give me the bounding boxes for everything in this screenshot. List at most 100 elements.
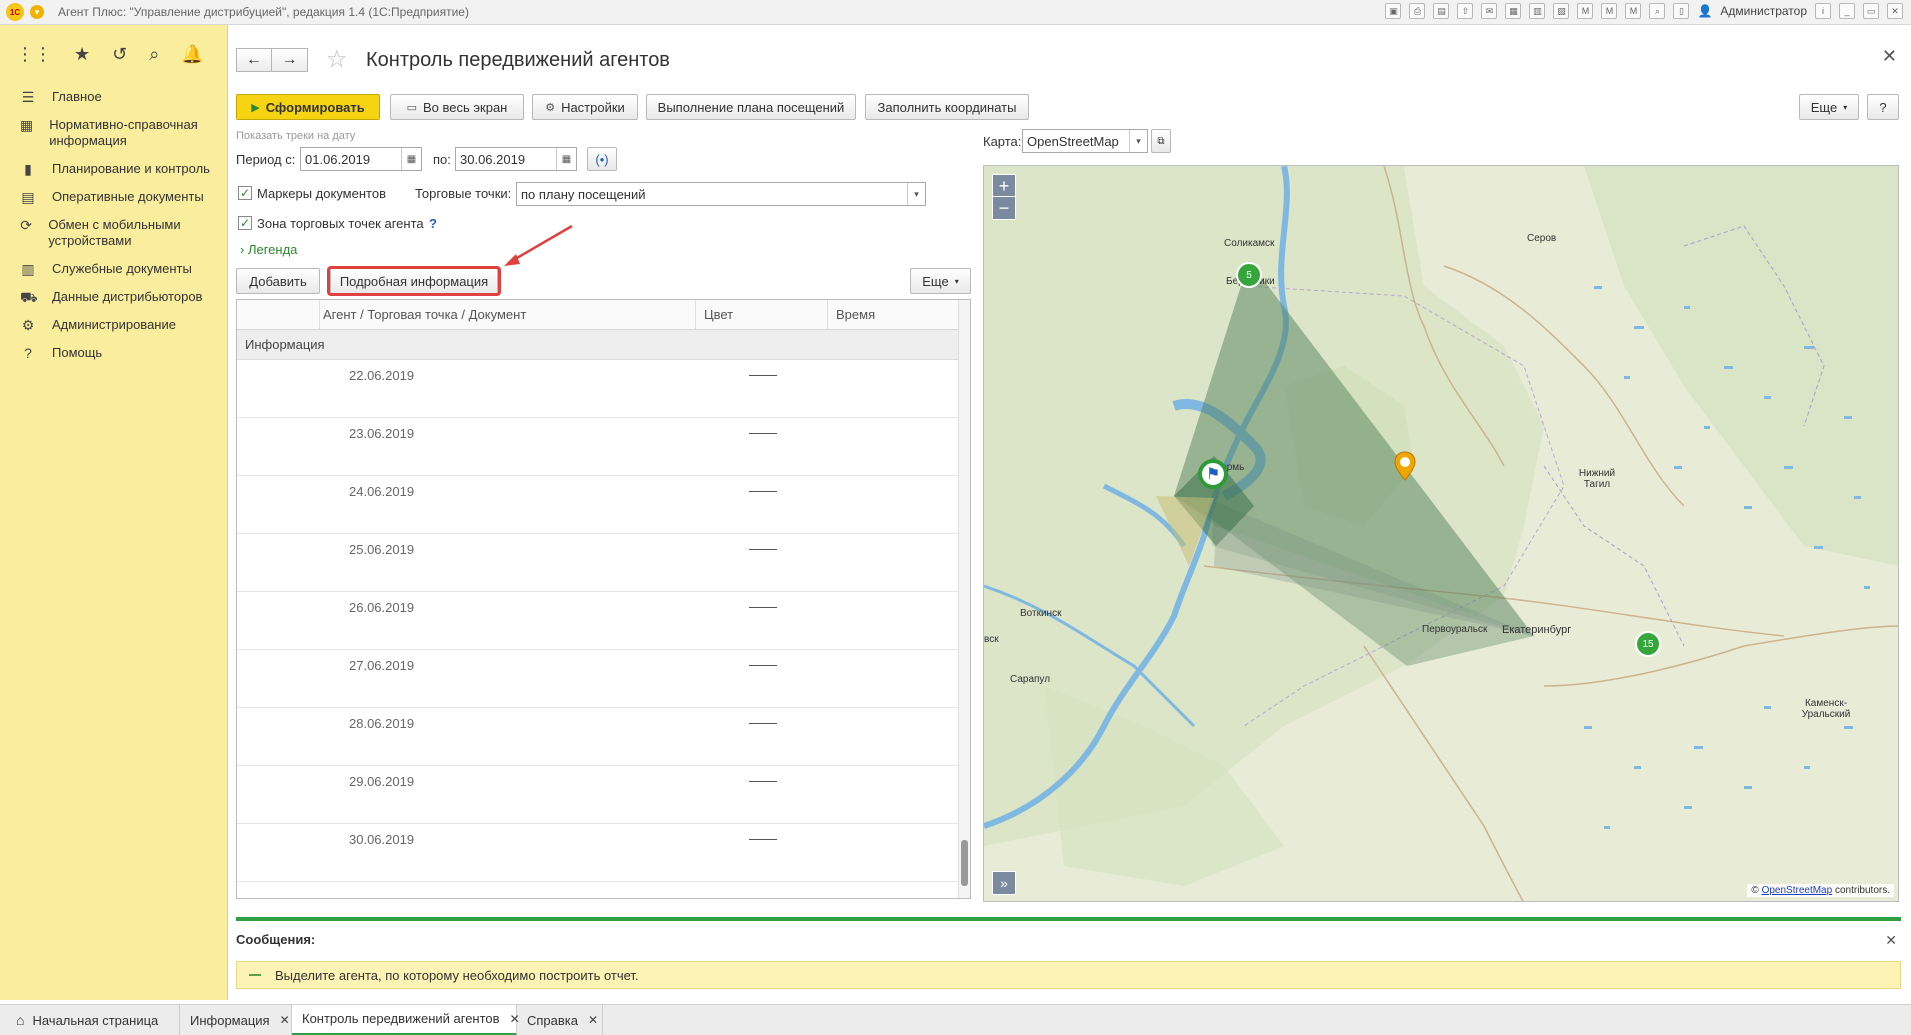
print-icon[interactable]: ⎙: [1409, 3, 1426, 19]
column-color[interactable]: Цвет: [695, 300, 827, 329]
panels-icon[interactable]: ▯: [1673, 3, 1690, 19]
date-to-field[interactable]: 30.06.2019 ▦: [455, 147, 577, 171]
upload-icon[interactable]: ⇧: [1457, 3, 1474, 19]
memory-plus-icon[interactable]: M: [1601, 3, 1618, 19]
expand-panel-button[interactable]: »: [992, 871, 1016, 895]
save-icon[interactable]: ▣: [1385, 3, 1402, 19]
table-row[interactable]: 29.06.2019: [237, 766, 970, 824]
add-button[interactable]: Добавить: [236, 268, 320, 294]
minimize-icon[interactable]: _: [1839, 3, 1855, 19]
close-window-icon[interactable]: ✕: [1887, 3, 1903, 19]
table-row[interactable]: 22.06.2019: [237, 360, 970, 418]
table-scrollbar[interactable]: [958, 300, 970, 898]
chart-icon: ▮: [24, 161, 32, 177]
agent-zone-checkbox[interactable]: ✓: [238, 216, 252, 230]
doc-markers-checkbox[interactable]: ✓: [238, 186, 252, 200]
sidebar-item-distributors[interactable]: ⛟ Данные дистрибьюторов: [0, 283, 227, 311]
message-item[interactable]: Выделите агента, по которому необходимо …: [236, 961, 1901, 989]
sidebar-item-reference[interactable]: ▦ Нормативно-справочная информация: [0, 111, 227, 155]
osm-link[interactable]: OpenStreetMap: [1762, 885, 1833, 896]
chevron-down-icon[interactable]: ▾: [1129, 130, 1147, 152]
column-time[interactable]: Время: [827, 300, 960, 329]
date-from-field[interactable]: 01.06.2019 ▦: [300, 147, 422, 171]
trade-points-select[interactable]: по плану посещений ▾: [516, 182, 926, 206]
tab-help[interactable]: Справка ✕: [517, 1004, 603, 1035]
legend-toggle[interactable]: › Легенда: [240, 242, 297, 257]
favorite-star-icon[interactable]: ☆: [326, 45, 348, 74]
sidebar-item-help[interactable]: ? Помощь: [0, 339, 227, 367]
tab-agent-tracking[interactable]: Контроль передвижений агентов ✕: [292, 1004, 520, 1035]
table-row[interactable]: 23.06.2019: [237, 418, 970, 476]
info-icon[interactable]: i: [1815, 3, 1831, 19]
flag-icon[interactable]: ⚑: [1206, 464, 1220, 484]
sidebar-item-main[interactable]: ☰ Главное: [0, 83, 227, 111]
main-menu-icon[interactable]: ▾: [30, 5, 44, 19]
sidebar-item-admin[interactable]: ⚙ Администрирование: [0, 311, 227, 339]
column-agent[interactable]: Агент / Торговая точка / Документ: [319, 300, 695, 329]
calendar-icon[interactable]: ▦: [556, 148, 576, 170]
1c-logo-icon[interactable]: 1С: [6, 3, 24, 21]
table-more-button[interactable]: Еще ▾: [910, 268, 971, 294]
history-icon[interactable]: ↺: [112, 44, 127, 65]
period-select-button[interactable]: (•): [587, 147, 617, 171]
pin-icon[interactable]: [1394, 451, 1416, 481]
table-row[interactable]: 30.06.2019: [237, 824, 970, 882]
scrollbar-thumb[interactable]: [961, 840, 968, 886]
help-button[interactable]: ?: [1867, 94, 1899, 120]
date-from-value: 01.06.2019: [305, 151, 371, 167]
zoom-in-button[interactable]: +: [992, 174, 1016, 198]
settings-button[interactable]: ⚙ Настройки: [532, 94, 638, 120]
preview-icon[interactable]: ▤: [1433, 3, 1450, 19]
details-button[interactable]: Подробная информация: [330, 268, 498, 294]
close-messages-icon[interactable]: ✕: [1885, 932, 1897, 949]
map-provider-select[interactable]: OpenStreetMap ▾: [1022, 129, 1148, 153]
group-row[interactable]: Информация: [237, 330, 970, 360]
favorites-icon[interactable]: ★: [74, 44, 90, 65]
map-view[interactable]: Соликамск Березники Серов Нижний Тагил В…: [983, 165, 1899, 902]
agent-zone-help[interactable]: ?: [429, 216, 437, 231]
tab-home[interactable]: ⌂ Начальная страница: [6, 1004, 180, 1035]
zoom-out-button[interactable]: −: [992, 196, 1016, 220]
map-cluster-marker[interactable]: 5: [1236, 262, 1262, 288]
sidebar-item-planning[interactable]: ▮ Планирование и контроль: [0, 155, 227, 183]
fullscreen-button[interactable]: ▭ Во весь экран: [390, 94, 524, 120]
sidebar-item-label: Планирование и контроль: [52, 161, 210, 176]
back-button[interactable]: ←: [236, 48, 272, 72]
fill-coordinates-label: Заполнить координаты: [877, 99, 1017, 115]
generate-button[interactable]: ▶ Сформировать: [236, 94, 380, 120]
memory-m-icon[interactable]: M: [1577, 3, 1594, 19]
zoom-icon[interactable]: ⌕: [1649, 3, 1666, 19]
calculator-icon[interactable]: ▥: [1529, 3, 1546, 19]
agents-table[interactable]: Агент / Торговая точка / Документ Цвет В…: [236, 299, 971, 899]
visit-plan-button[interactable]: Выполнение плана посещений: [646, 94, 856, 120]
sidebar-item-mobile-exchange[interactable]: ⟳ Обмен с мобильными устройствами: [0, 211, 227, 255]
fill-coordinates-button[interactable]: Заполнить координаты: [865, 94, 1029, 120]
close-tab-icon[interactable]: ✕: [588, 1013, 598, 1027]
more-button[interactable]: Еще ▾: [1799, 94, 1859, 120]
chevron-down-icon[interactable]: ▾: [907, 183, 925, 205]
color-swatch: [749, 491, 777, 492]
table-row[interactable]: 26.06.2019: [237, 592, 970, 650]
restore-icon[interactable]: ▭: [1863, 3, 1879, 19]
table-row[interactable]: 25.06.2019: [237, 534, 970, 592]
search-icon[interactable]: ⌕: [149, 44, 159, 65]
user-name[interactable]: Администратор: [1720, 4, 1807, 18]
memory-minus-icon[interactable]: M: [1625, 3, 1642, 19]
bell-icon[interactable]: 🔔: [181, 44, 203, 65]
calendar-icon[interactable]: ▧: [1553, 3, 1570, 19]
table-icon[interactable]: ▦: [1505, 3, 1522, 19]
map-cluster-marker[interactable]: 15: [1635, 631, 1661, 657]
mail-icon[interactable]: ✉: [1481, 3, 1498, 19]
calendar-icon[interactable]: ▦: [401, 148, 421, 170]
close-form-icon[interactable]: ✕: [1882, 46, 1897, 67]
map-open-button[interactable]: ⧉: [1151, 129, 1171, 153]
table-row[interactable]: 28.06.2019: [237, 708, 970, 766]
sidebar-item-operational-docs[interactable]: ▤ Оперативные документы: [0, 183, 227, 211]
forward-button[interactable]: →: [272, 48, 308, 72]
close-tab-icon[interactable]: ✕: [280, 1013, 290, 1027]
sidebar-item-service-docs[interactable]: ▥ Служебные документы: [0, 255, 227, 283]
tab-info[interactable]: Информация ✕: [180, 1004, 292, 1035]
table-row[interactable]: 24.06.2019: [237, 476, 970, 534]
table-row[interactable]: 27.06.2019: [237, 650, 970, 708]
apps-grid-icon[interactable]: ⋮⋮: [16, 44, 52, 65]
